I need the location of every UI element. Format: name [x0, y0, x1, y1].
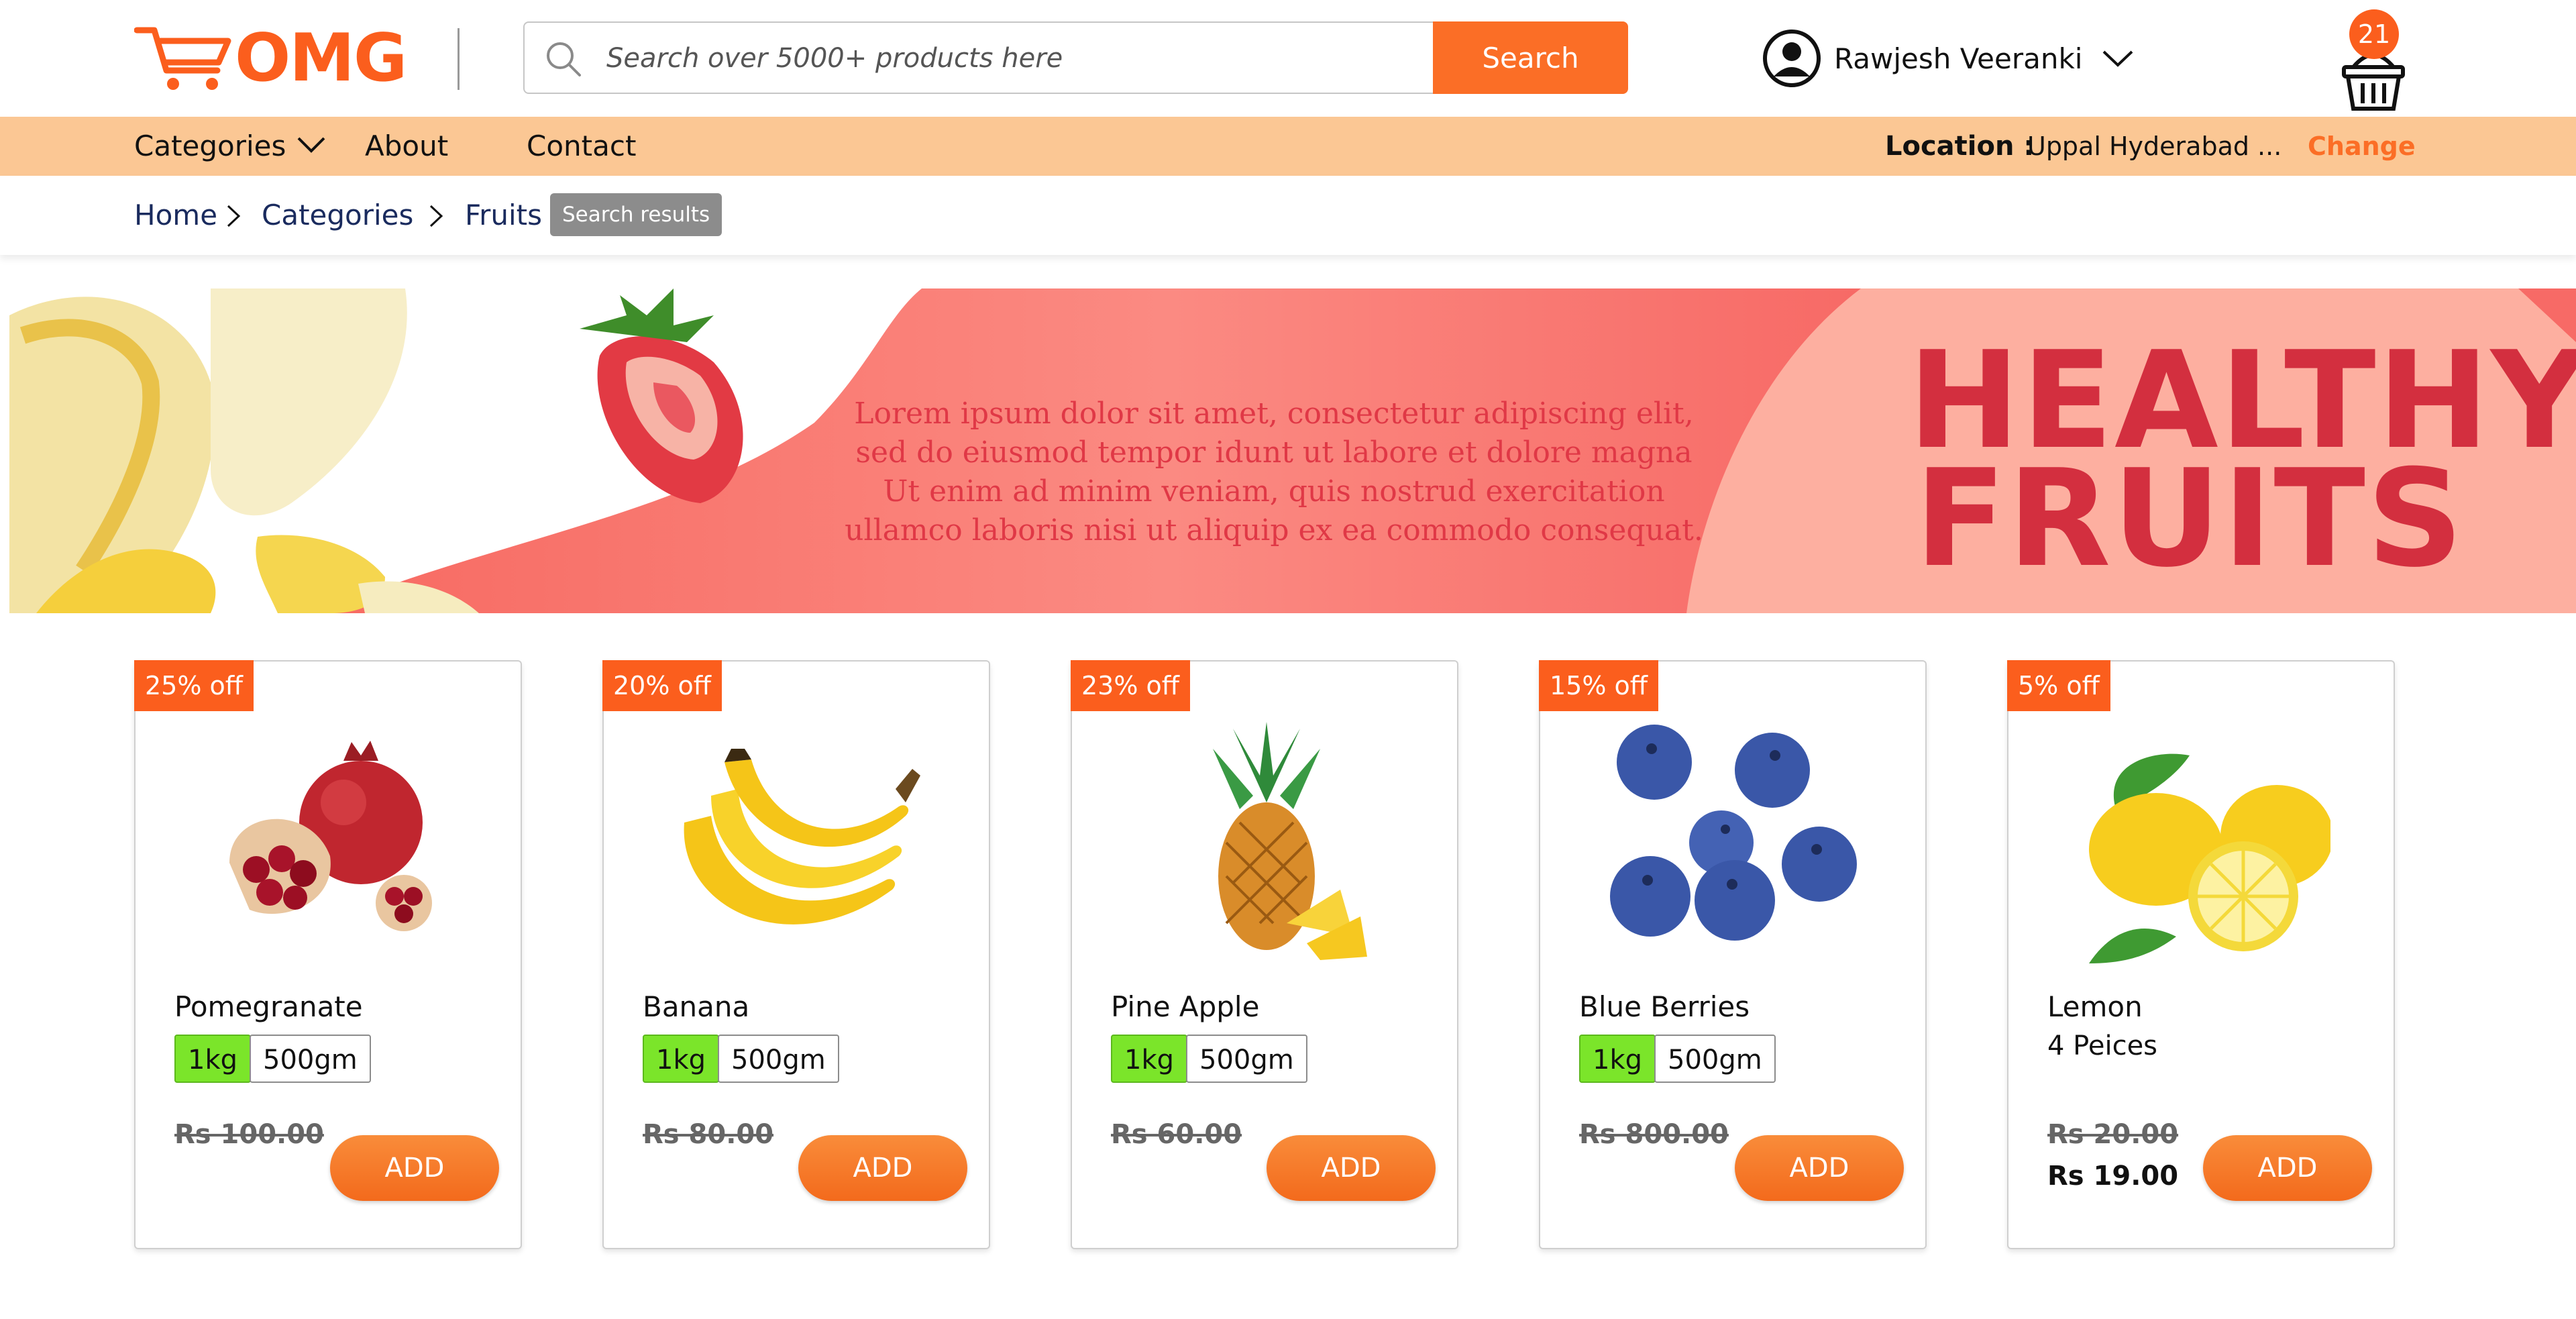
product-name: Banana [643, 990, 750, 1023]
user-avatar-icon [1763, 30, 1821, 87]
location-label: Location : [1885, 131, 2035, 162]
breadcrumb-fruits[interactable]: Fruits [465, 176, 542, 255]
chevron-right-icon [429, 205, 443, 227]
size-option[interactable]: 500gm [1186, 1035, 1307, 1083]
change-location-link[interactable]: Change [2308, 117, 2416, 176]
discounted-price: Rs 19.00 [2047, 1161, 2179, 1192]
breadcrumb-categories[interactable]: Categories [262, 176, 413, 255]
cart-button[interactable]: 21 [2340, 9, 2407, 111]
banner-description: Lorem ipsum dolor sit amet, consectetur … [828, 394, 1720, 550]
size-option-selected[interactable]: 1kg [1111, 1035, 1188, 1083]
banner-heading: FRUITS [1915, 441, 2465, 597]
banner-line: Ut enim ad minim veniam, quis nostrud ex… [883, 474, 1665, 509]
nav-item-categories[interactable]: Categories [134, 117, 286, 176]
nav-bar: Categories About Contact Location : Uppa… [0, 117, 2576, 176]
original-price: Rs 80.00 [643, 1119, 774, 1150]
product-name: Pine Apple [1111, 990, 1260, 1023]
size-option[interactable]: 500gm [250, 1035, 371, 1083]
discount-badge: 23% off [1071, 660, 1190, 711]
original-price: Rs 60.00 [1111, 1119, 1242, 1150]
pineapple-image [1213, 722, 1367, 960]
breadcrumb-home[interactable]: Home [134, 176, 217, 255]
promo-banner[interactable]: Lorem ipsum dolor sit amet, consectetur … [9, 288, 2576, 613]
add-to-cart-button[interactable]: ADD [1735, 1135, 1904, 1201]
banner-line: ullamco laboris nisi ut aliquip ex ea co… [845, 513, 1703, 547]
discount-badge: 5% off [2007, 660, 2110, 711]
add-to-cart-button[interactable]: ADD [330, 1135, 499, 1201]
brand-logo[interactable]: OMG [134, 20, 407, 97]
cart-logo-icon [134, 27, 231, 90]
add-to-cart-button[interactable]: ADD [1267, 1135, 1436, 1201]
original-price: Rs 20.00 [2047, 1119, 2179, 1150]
lemon-image [2089, 753, 2330, 963]
size-option-selected[interactable]: 1kg [643, 1035, 720, 1083]
product-quantity: 4 Peices [2047, 1031, 2158, 1061]
user-menu[interactable]: Rawjesh Veeranki [1762, 28, 2135, 89]
product-card[interactable]: 20% off Banana 1kg 500gm Rs 80.00 ADD [602, 660, 990, 1249]
brand-name: OMG [235, 20, 407, 97]
location-value: Uppal Hyderabad ... [2027, 131, 2282, 161]
strawberry-illustration [580, 288, 743, 503]
nav-item-contact[interactable]: Contact [527, 117, 636, 176]
banana-image [684, 749, 920, 925]
breadcrumb: Home Categories Fruits Search results [0, 176, 2576, 255]
size-option[interactable]: 500gm [718, 1035, 839, 1083]
chevron-right-icon [227, 205, 241, 227]
size-option-selected[interactable]: 1kg [1579, 1035, 1656, 1083]
product-name: Blue Berries [1579, 990, 1750, 1023]
product-name: Lemon [2047, 990, 2143, 1023]
discount-badge: 25% off [134, 660, 254, 711]
chevron-down-icon [2103, 50, 2133, 67]
product-card[interactable]: 23% off Pine Apple 1kg 500gm Rs 60.00 AD… [1071, 660, 1458, 1249]
user-name: Rawjesh Veeranki [1834, 42, 2083, 75]
original-price: Rs 100.00 [174, 1119, 324, 1150]
product-card[interactable]: 5% off Lemon 4 Peices Rs 20.00 Rs 19.00 … [2007, 660, 2395, 1249]
size-option-selected[interactable]: 1kg [174, 1035, 252, 1083]
product-name: Pomegranate [174, 990, 363, 1023]
search-bar: Search [523, 21, 1628, 94]
nav-item-about[interactable]: About [365, 117, 448, 176]
original-price: Rs 800.00 [1579, 1119, 1729, 1150]
banner-line: sed do eiusmod tempor idunt ut labore et… [855, 435, 1693, 470]
pomegranate-image [229, 741, 432, 931]
discount-badge: 20% off [602, 660, 722, 711]
blueberries-image [1610, 725, 1857, 941]
size-option[interactable]: 500gm [1654, 1035, 1776, 1083]
chevron-down-icon[interactable] [297, 136, 326, 154]
cart-count-badge: 21 [2349, 9, 2399, 59]
add-to-cart-button[interactable]: ADD [798, 1135, 967, 1201]
banana-illustration [9, 288, 479, 613]
search-button[interactable]: Search [1433, 21, 1628, 94]
search-icon [547, 42, 581, 76]
product-card[interactable]: 15% off Blue Berries 1kg 500gm Rs 800.00… [1539, 660, 1927, 1249]
header-divider [458, 28, 460, 90]
product-card[interactable]: 25% off Pomegranate 1kg 500gm Rs 100.00 … [134, 660, 522, 1249]
header: OMG Search Rawjesh Veeranki 21 [0, 0, 2576, 117]
search-results-badge: Search results [550, 193, 722, 236]
add-to-cart-button[interactable]: ADD [2203, 1135, 2372, 1201]
discount-badge: 15% off [1539, 660, 1658, 711]
banner-line: Lorem ipsum dolor sit amet, consectetur … [854, 397, 1694, 431]
search-input[interactable] [605, 23, 1279, 94]
